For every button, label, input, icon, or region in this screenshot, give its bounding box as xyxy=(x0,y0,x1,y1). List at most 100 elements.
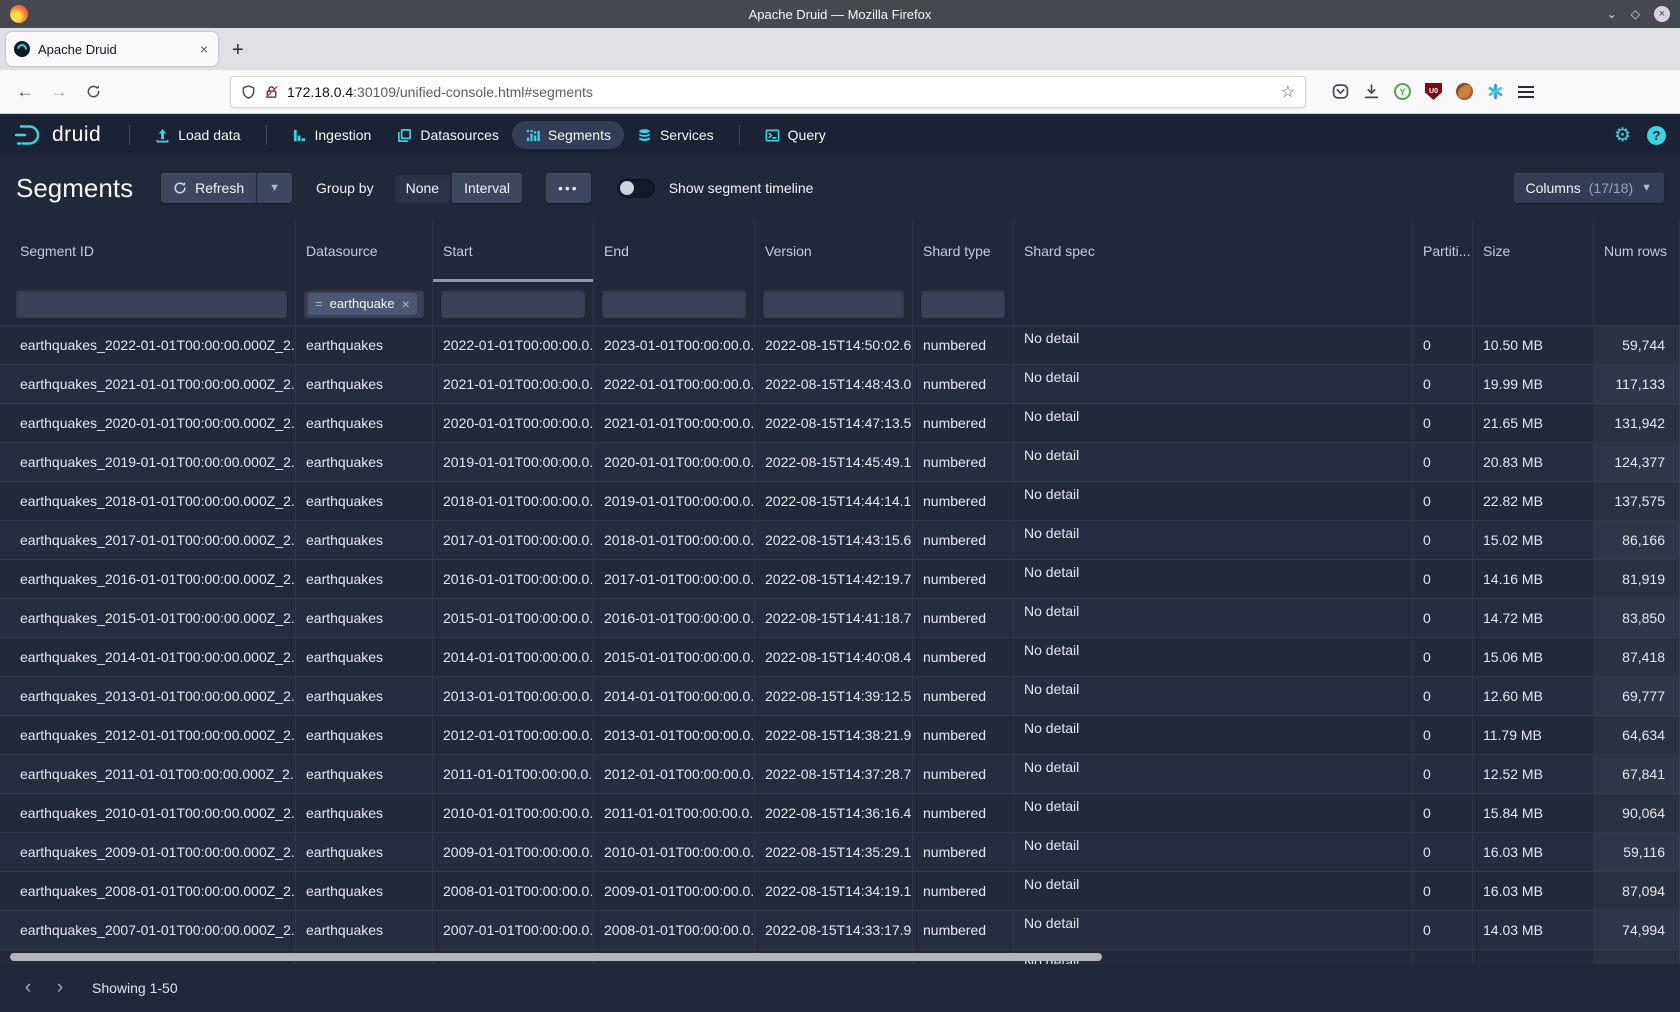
window-maximize-icon[interactable]: ◇ xyxy=(1631,7,1640,21)
table-row[interactable]: earthquakes_2007-01-01T00:00:00.000Z_2..… xyxy=(0,911,1680,950)
forward-button[interactable]: → xyxy=(44,77,74,107)
nav-ingestion[interactable]: Ingestion xyxy=(279,121,385,149)
window-minimize-icon[interactable]: ⌄ xyxy=(1607,7,1617,21)
cell-end: 2014-01-01T00:00:00.0... xyxy=(594,677,755,715)
table-row[interactable]: earthquakes_2022-01-01T00:00:00.000Z_2..… xyxy=(0,326,1680,365)
columns-button[interactable]: Columns (17/18) ▼ xyxy=(1514,173,1665,203)
cell-num-rows: 117,133 xyxy=(1594,365,1680,403)
cell-version: 2022-08-15T14:37:28.7... xyxy=(755,755,913,793)
divider xyxy=(266,125,267,145)
cell-start: 2017-01-01T00:00:00.0... xyxy=(433,521,594,559)
refresh-dropdown-button[interactable]: ▼ xyxy=(256,173,292,203)
horizontal-scrollbar[interactable] xyxy=(10,953,1102,961)
cell-datasource: earthquakes xyxy=(296,365,433,403)
nav-segments[interactable]: Segments xyxy=(512,121,624,149)
table-row[interactable]: earthquakes_2021-01-01T00:00:00.000Z_2..… xyxy=(0,365,1680,404)
cell-partition: 0 xyxy=(1413,326,1473,364)
table-row[interactable]: earthquakes_2017-01-01T00:00:00.000Z_2..… xyxy=(0,521,1680,560)
table-row[interactable]: earthquakes_2010-01-01T00:00:00.000Z_2..… xyxy=(0,794,1680,833)
refresh-icon xyxy=(173,181,187,195)
column-header[interactable]: Partiti... xyxy=(1413,220,1473,282)
table-row[interactable]: earthquakes_2012-01-01T00:00:00.000Z_2..… xyxy=(0,716,1680,755)
cell-start: 2012-01-01T00:00:00.0... xyxy=(433,716,594,754)
nav-load-data[interactable]: Load data xyxy=(142,121,253,149)
column-header[interactable]: Datasource xyxy=(296,220,433,282)
column-header[interactable]: Start xyxy=(433,220,594,282)
browser-tab[interactable]: Apache Druid × xyxy=(6,32,218,66)
table-row[interactable]: earthquakes_2019-01-01T00:00:00.000Z_2..… xyxy=(0,443,1680,482)
druid-brand[interactable]: druid xyxy=(14,122,101,148)
cell-datasource: earthquakes xyxy=(296,404,433,442)
url-text[interactable]: 172.18.0.4:30109/unified-console.html#se… xyxy=(287,84,1273,100)
cell-partition: 0 xyxy=(1413,716,1473,754)
cell-segment-id: earthquakes_2008-01-01T00:00:00.000Z_2..… xyxy=(0,872,296,910)
column-header[interactable]: Num rows xyxy=(1594,220,1680,282)
reload-button[interactable] xyxy=(78,77,108,107)
pocket-icon[interactable] xyxy=(1332,83,1349,100)
download-icon[interactable] xyxy=(1363,83,1380,100)
cell-shard-type: numbered xyxy=(913,521,1014,559)
table-row[interactable]: earthquakes_2009-01-01T00:00:00.000Z_2..… xyxy=(0,833,1680,872)
column-header[interactable]: Version xyxy=(755,220,913,282)
refresh-button[interactable]: Refresh xyxy=(161,173,256,203)
multi-account-asterisk-icon[interactable] xyxy=(1487,83,1504,100)
refresh-label: Refresh xyxy=(195,180,244,196)
tab-close-icon[interactable]: × xyxy=(198,41,210,57)
datasource-filter-tag[interactable]: = earthquake × xyxy=(308,293,417,315)
remove-filter-icon[interactable]: × xyxy=(402,296,410,312)
table-row[interactable]: earthquakes_2020-01-01T00:00:00.000Z_2..… xyxy=(0,404,1680,443)
table-row[interactable]: earthquakes_2013-01-01T00:00:00.000Z_2..… xyxy=(0,677,1680,716)
table-row[interactable]: earthquakes_2008-01-01T00:00:00.000Z_2..… xyxy=(0,872,1680,911)
group-by-interval-button[interactable]: Interval xyxy=(451,173,522,203)
ublock-icon[interactable]: U0 xyxy=(1425,83,1442,100)
insecure-lock-icon[interactable] xyxy=(264,84,279,100)
table-row[interactable]: earthquakes_2018-01-01T00:00:00.000Z_2..… xyxy=(0,482,1680,521)
extension-icon[interactable]: Y xyxy=(1394,83,1411,100)
filter-shard-type-input[interactable] xyxy=(921,290,1005,318)
cookie-extension-icon[interactable] xyxy=(1456,83,1473,100)
table-row[interactable]: earthquakes_2011-01-01T00:00:00.000Z_2..… xyxy=(0,755,1680,794)
window-close-icon[interactable]: × xyxy=(1654,6,1670,22)
segment-timeline-toggle[interactable] xyxy=(617,179,655,198)
nav-services[interactable]: Services xyxy=(624,121,727,149)
shield-icon[interactable] xyxy=(241,84,256,100)
column-header[interactable]: End xyxy=(594,220,755,282)
bookmark-star-icon[interactable]: ☆ xyxy=(1281,82,1295,102)
cell-version: 2022-08-15T14:45:49.1... xyxy=(755,443,913,481)
filter-datasource-input[interactable]: = earthquake × xyxy=(304,290,424,318)
help-icon[interactable]: ? xyxy=(1647,126,1666,145)
page-title: Segments xyxy=(16,173,133,204)
back-button[interactable]: ← xyxy=(10,77,40,107)
table-row[interactable]: earthquakes_2016-01-01T00:00:00.000Z_2..… xyxy=(0,560,1680,599)
url-bar[interactable]: 172.18.0.4:30109/unified-console.html#se… xyxy=(230,76,1306,108)
group-by-none-button[interactable]: None xyxy=(394,173,451,203)
settings-gear-icon[interactable]: ⚙ xyxy=(1614,124,1631,147)
next-page-button[interactable]: › xyxy=(46,974,74,1002)
table-row[interactable]: earthquakes_2015-01-01T00:00:00.000Z_2..… xyxy=(0,599,1680,638)
cell-shard-type: numbered xyxy=(913,716,1014,754)
cell-segment-id: earthquakes_2010-01-01T00:00:00.000Z_2..… xyxy=(0,794,296,832)
nav-query[interactable]: Query xyxy=(752,121,839,149)
nav-datasources[interactable]: Datasources xyxy=(384,121,512,149)
column-header[interactable]: Size xyxy=(1473,220,1594,282)
cell-start: 2022-01-01T00:00:00.0... xyxy=(433,326,594,364)
cell-num-rows: 69,777 xyxy=(1594,677,1680,715)
column-header[interactable]: Segment ID xyxy=(0,220,296,282)
cell-partition: 0 xyxy=(1413,833,1473,871)
more-options-button[interactable]: ••• xyxy=(546,173,591,203)
filter-start-input[interactable] xyxy=(441,290,585,318)
nav-load-data-label: Load data xyxy=(178,127,240,143)
column-header[interactable]: Shard type xyxy=(913,220,1014,282)
previous-page-button[interactable]: ‹ xyxy=(14,974,42,1002)
segments-table: Segment IDDatasourceStartEndVersionShard… xyxy=(0,220,1680,964)
filter-end-input[interactable] xyxy=(602,290,746,318)
cell-end: 2021-01-01T00:00:00.0... xyxy=(594,404,755,442)
menu-icon[interactable] xyxy=(1518,86,1534,98)
filter-segment-id-input[interactable] xyxy=(16,290,287,318)
cell-segment-id: earthquakes_2007-01-01T00:00:00.000Z_2..… xyxy=(0,911,296,949)
column-header[interactable]: Shard spec xyxy=(1014,220,1413,282)
filter-version-input[interactable] xyxy=(763,290,904,318)
table-row[interactable]: earthquakes_2014-01-01T00:00:00.000Z_2..… xyxy=(0,638,1680,677)
cell-segment-id: earthquakes_2009-01-01T00:00:00.000Z_2..… xyxy=(0,833,296,871)
new-tab-button[interactable]: + xyxy=(232,39,244,62)
